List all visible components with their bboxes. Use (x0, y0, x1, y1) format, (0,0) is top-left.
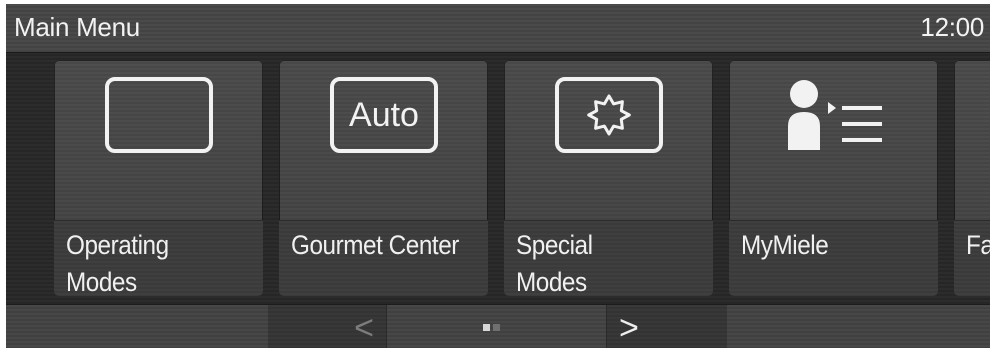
tile-special-modes[interactable]: Special Modes (504, 60, 713, 296)
clock[interactable]: 12:00 (920, 12, 984, 43)
page-title: Main Menu (14, 12, 140, 42)
auto-text: Auto (349, 96, 419, 134)
tile-label: Gourmet Center (291, 230, 459, 260)
tile-label: MyMiele (741, 230, 829, 260)
starburst-icon (554, 77, 663, 153)
page-dot-active (483, 324, 490, 331)
blank-rectangle-icon (104, 77, 213, 153)
page-dot-inactive (493, 324, 500, 331)
chevron-left-icon: < (354, 309, 374, 347)
oven-display: Main Menu 12:00 Operating Modes Auto Gou… (6, 4, 990, 348)
tile-mymiele[interactable]: MyMiele (729, 60, 938, 296)
next-page-button[interactable]: > (606, 305, 727, 348)
previous-page-button[interactable]: < (268, 305, 387, 348)
menu-tiles: Operating Modes Auto Gourmet Center Spec… (6, 52, 990, 304)
page-indicator (387, 305, 606, 348)
navigation-bar: < > (6, 304, 990, 348)
tile-favorites-partial[interactable]: Fa (954, 60, 990, 296)
tile-label: Fa (966, 230, 990, 260)
auto-icon: Auto (329, 77, 438, 153)
person-list-icon (787, 80, 882, 150)
header-bar: Main Menu 12:00 (6, 4, 990, 53)
tile-label: Special Modes (516, 230, 593, 296)
chevron-right-icon: > (619, 309, 639, 347)
tile-operating-modes[interactable]: Operating Modes (54, 60, 263, 296)
tile-label: Operating Modes (66, 230, 169, 296)
tile-gourmet-center[interactable]: Auto Gourmet Center (279, 60, 488, 296)
